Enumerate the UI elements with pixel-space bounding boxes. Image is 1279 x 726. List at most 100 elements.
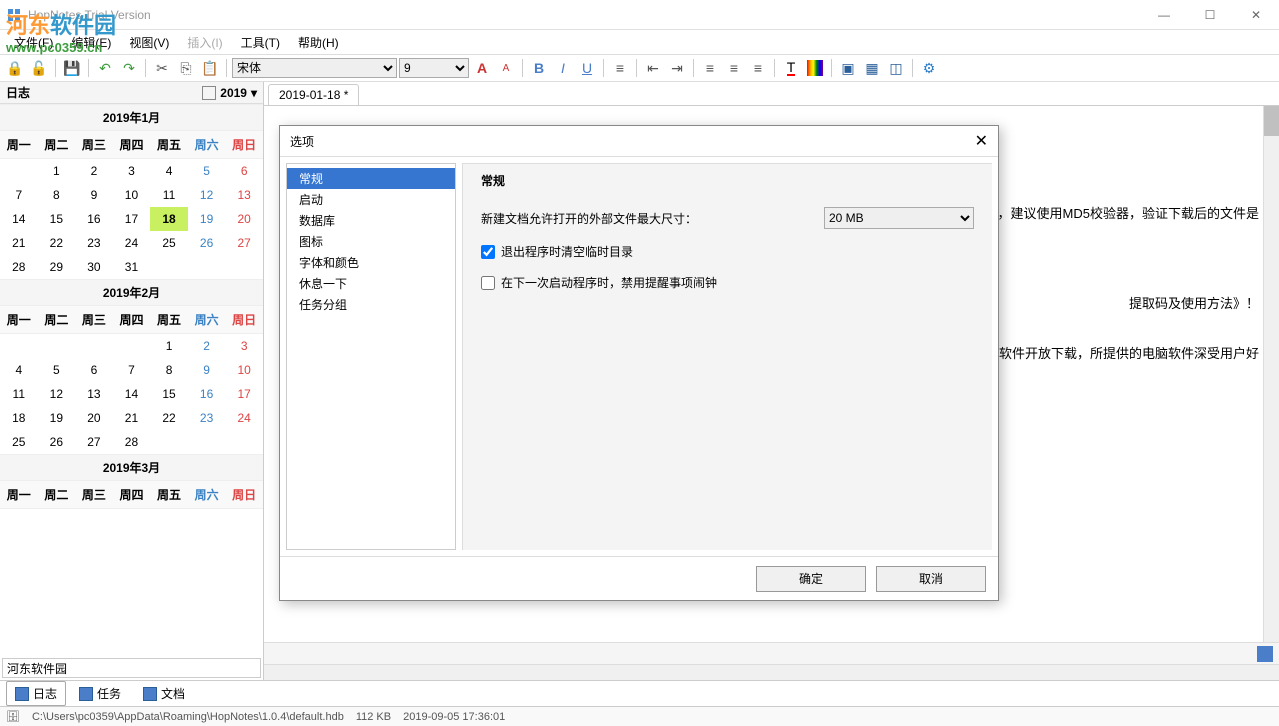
insert-table-icon[interactable]: ▦	[861, 57, 883, 79]
font-family-select[interactable]: 宋体	[232, 58, 397, 78]
cb-disable-alarm[interactable]	[481, 276, 495, 290]
tab-active[interactable]: 2019-01-18 *	[268, 84, 359, 105]
calendar-day[interactable]: 19	[38, 406, 76, 430]
calendar-day[interactable]: 3	[225, 334, 263, 359]
font-size-select[interactable]: 9	[399, 58, 469, 78]
calendar-day[interactable]: 9	[188, 358, 226, 382]
align-left-icon[interactable]: ≡	[699, 57, 721, 79]
calendar-day[interactable]: 10	[113, 183, 151, 207]
paste-icon[interactable]: 📋	[199, 57, 221, 79]
unlock-icon[interactable]: 🔓	[28, 57, 50, 79]
calendar-day[interactable]: 28	[113, 430, 151, 454]
align-center-icon[interactable]: ≡	[723, 57, 745, 79]
calendar-day[interactable]: 6	[225, 159, 263, 184]
underline-button[interactable]: U	[576, 57, 598, 79]
ok-button[interactable]: 确定	[756, 566, 866, 592]
font-shrink-icon[interactable]: A	[495, 57, 517, 79]
dialog-close-button[interactable]: ✕	[975, 131, 988, 151]
calendar-day[interactable]: 24	[113, 231, 151, 255]
calendar-day[interactable]: 31	[113, 255, 151, 279]
calendar-day[interactable]: 19	[188, 207, 226, 231]
calendar-day[interactable]: 4	[0, 358, 38, 382]
calendar-day[interactable]: 27	[75, 430, 113, 454]
calendar-day[interactable]: 26	[188, 231, 226, 255]
cb-clear-temp[interactable]	[481, 245, 495, 259]
nav-startup[interactable]: 启动	[287, 189, 455, 210]
calendar-day[interactable]: 7	[113, 358, 151, 382]
search-input[interactable]	[2, 658, 261, 678]
insert-image-icon[interactable]: ▣	[837, 57, 859, 79]
nav-database[interactable]: 数据库	[287, 210, 455, 231]
calendar-day[interactable]: 16	[75, 207, 113, 231]
calendar-day[interactable]: 6	[75, 358, 113, 382]
calendar-day[interactable]: 11	[0, 382, 38, 406]
nav-groups[interactable]: 任务分组	[287, 294, 455, 315]
calendar-day[interactable]: 22	[38, 231, 76, 255]
calendar-day[interactable]: 24	[225, 406, 263, 430]
save-indicator-icon[interactable]	[1257, 646, 1273, 662]
menu-insert[interactable]: 插入(I)	[179, 31, 230, 54]
calendar-day[interactable]: 17	[113, 207, 151, 231]
indent-icon[interactable]: ⇥	[666, 57, 688, 79]
calendar-day[interactable]: 12	[38, 382, 76, 406]
calendar-day[interactable]: 14	[0, 207, 38, 231]
maximize-button[interactable]: ☐	[1187, 0, 1233, 30]
calendar-day[interactable]: 15	[38, 207, 76, 231]
calendar-day[interactable]: 9	[75, 183, 113, 207]
save-icon[interactable]: 💾	[61, 57, 83, 79]
nav-general[interactable]: 常规	[287, 168, 455, 189]
calendar-day[interactable]: 20	[75, 406, 113, 430]
menu-edit[interactable]: 编辑(E)	[63, 31, 119, 54]
lock-icon[interactable]: 🔒	[4, 57, 26, 79]
calendar-day[interactable]: 5	[188, 159, 226, 184]
calendar-day[interactable]: 18	[0, 406, 38, 430]
cut-icon[interactable]: ✂	[151, 57, 173, 79]
calendar-day[interactable]: 28	[0, 255, 38, 279]
text-color-icon[interactable]: T	[780, 57, 802, 79]
minimize-button[interactable]: —	[1141, 0, 1187, 30]
align-right-icon[interactable]: ≡	[747, 57, 769, 79]
bottom-tab-docs[interactable]: 文档	[134, 681, 194, 706]
calendar-day[interactable]: 21	[113, 406, 151, 430]
calendar-day[interactable]: 1	[150, 334, 188, 359]
calendar-day[interactable]: 7	[0, 183, 38, 207]
calendar-day[interactable]: 25	[0, 430, 38, 454]
list-icon[interactable]: ≡	[609, 57, 631, 79]
calendar-day[interactable]: 27	[225, 231, 263, 255]
calendar-day[interactable]: 15	[150, 382, 188, 406]
calendar-day[interactable]: 2	[188, 334, 226, 359]
calendar-day[interactable]: 8	[150, 358, 188, 382]
vertical-scrollbar[interactable]	[1263, 106, 1279, 642]
bold-button[interactable]: B	[528, 57, 550, 79]
highlight-color-icon[interactable]	[804, 57, 826, 79]
bottom-tab-tasks[interactable]: 任务	[70, 681, 130, 706]
calendar-day[interactable]: 8	[38, 183, 76, 207]
nav-fonts[interactable]: 字体和颜色	[287, 252, 455, 273]
outdent-icon[interactable]: ⇤	[642, 57, 664, 79]
redo-icon[interactable]: ↷	[118, 57, 140, 79]
menu-file[interactable]: 文件(F)	[6, 31, 61, 54]
italic-button[interactable]: I	[552, 57, 574, 79]
calendar-day[interactable]: 11	[150, 183, 188, 207]
calendar-day[interactable]: 1	[38, 159, 76, 184]
calendar-day[interactable]: 13	[225, 183, 263, 207]
menu-tools[interactable]: 工具(T)	[233, 31, 288, 54]
undo-icon[interactable]: ↶	[94, 57, 116, 79]
calendar-day[interactable]: 13	[75, 382, 113, 406]
calendar-day[interactable]: 23	[75, 231, 113, 255]
copy-icon[interactable]: ⎘	[175, 57, 197, 79]
calendar-day[interactable]: 12	[188, 183, 226, 207]
calendar-day[interactable]: 29	[38, 255, 76, 279]
year-picker[interactable]: 2019 ▾	[202, 86, 257, 100]
calendar-day[interactable]: 23	[188, 406, 226, 430]
calendar-day[interactable]: 30	[75, 255, 113, 279]
calendar-day[interactable]: 5	[38, 358, 76, 382]
calendar-day[interactable]: 20	[225, 207, 263, 231]
menu-view[interactable]: 视图(V)	[121, 31, 177, 54]
calendar-day[interactable]: 21	[0, 231, 38, 255]
calendar-day[interactable]: 16	[188, 382, 226, 406]
calendar-day[interactable]: 4	[150, 159, 188, 184]
menu-help[interactable]: 帮助(H)	[290, 31, 347, 54]
calendar-day[interactable]: 26	[38, 430, 76, 454]
calendar-day[interactable]: 18	[150, 207, 188, 231]
